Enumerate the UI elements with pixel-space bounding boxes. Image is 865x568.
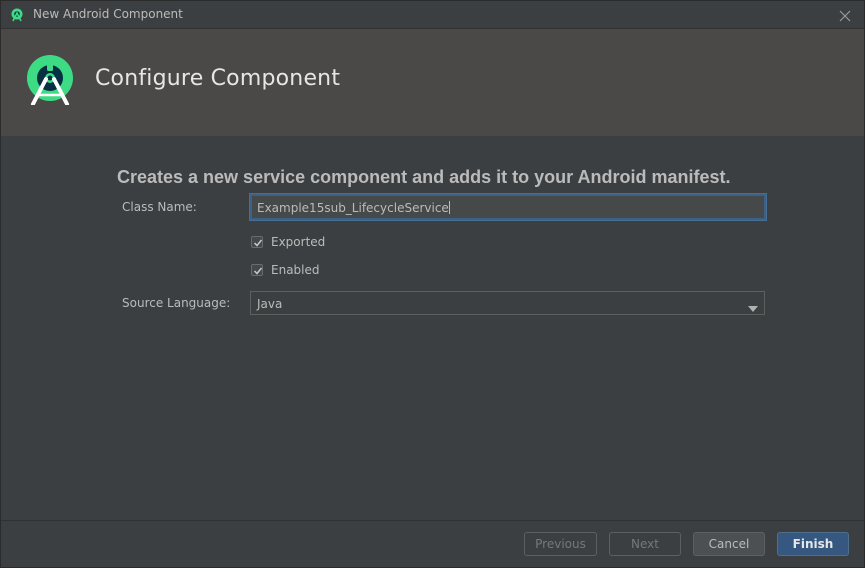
- text-caret: [448, 201, 450, 214]
- dropdown-arrow-icon[interactable]: [748, 301, 758, 312]
- enabled-checkbox[interactable]: [251, 264, 263, 276]
- android-studio-logo-icon: [25, 55, 75, 106]
- android-studio-icon: [10, 7, 24, 22]
- source-language-value: Java: [257, 297, 283, 311]
- next-button[interactable]: Next: [609, 532, 681, 556]
- class-name-value: Example15sub_LifecycleService: [257, 201, 449, 215]
- exported-label: Exported: [271, 235, 326, 249]
- class-name-label: Class Name:: [122, 200, 197, 214]
- page-title: Configure Component: [95, 66, 341, 91]
- close-icon[interactable]: [839, 7, 851, 22]
- previous-button[interactable]: Previous: [524, 532, 597, 556]
- source-language-select[interactable]: Java: [250, 291, 765, 315]
- window-title: New Android Component: [33, 7, 183, 21]
- check-icon: [253, 239, 263, 247]
- enabled-checkbox-row[interactable]: Enabled: [251, 262, 320, 278]
- component-description: Creates a new service component and adds…: [117, 167, 731, 187]
- exported-checkbox[interactable]: [251, 236, 263, 248]
- class-name-input[interactable]: Example15sub_LifecycleService: [249, 193, 767, 221]
- enabled-label: Enabled: [271, 263, 320, 277]
- cancel-button[interactable]: Cancel: [693, 532, 765, 556]
- title-bar[interactable]: New Android Component: [0, 0, 865, 29]
- wizard-header: Configure Component: [1, 29, 864, 136]
- exported-checkbox-row[interactable]: Exported: [251, 234, 325, 250]
- check-icon: [253, 267, 263, 275]
- finish-button[interactable]: Finish: [777, 532, 849, 556]
- source-language-label: Source Language:: [122, 296, 231, 310]
